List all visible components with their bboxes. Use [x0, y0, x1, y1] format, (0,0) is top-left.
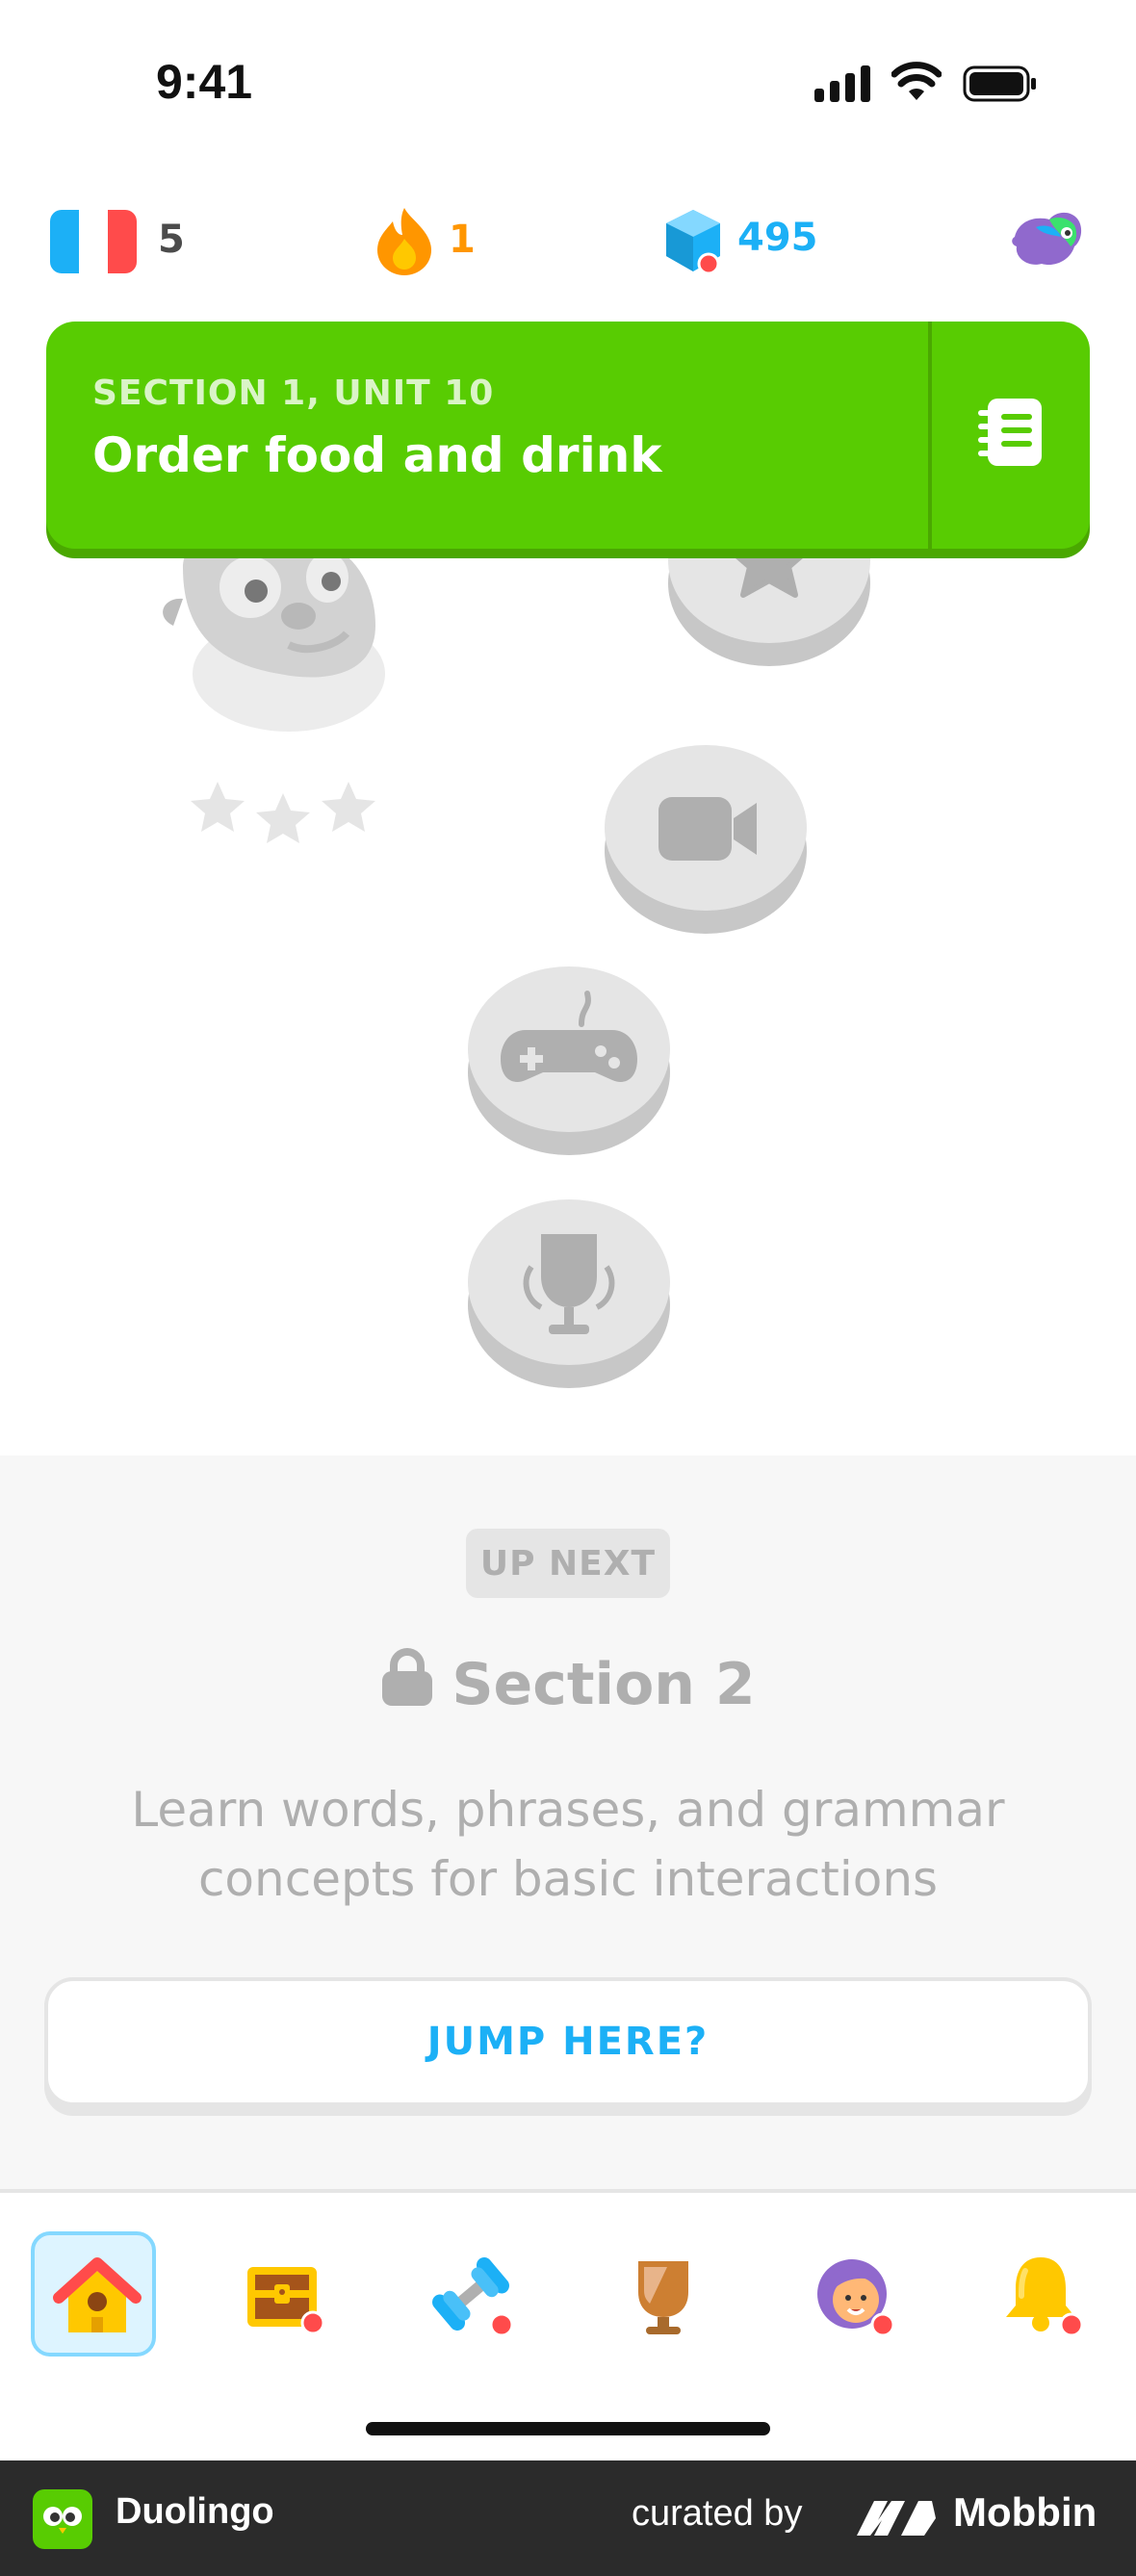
guidebook-button[interactable]: [932, 322, 1090, 549]
mobbin-logo-icon: [857, 2501, 936, 2536]
unit-banner[interactable]: SECTION 1, UNIT 10 Order food and drink: [46, 322, 1090, 549]
profile-icon: [817, 2259, 895, 2337]
unit-kicker: SECTION 1, UNIT 10: [92, 374, 495, 413]
lesson-node-trophy[interactable]: [468, 1199, 670, 1388]
section-description: Learn words, phrases, and grammar concep…: [131, 1782, 1005, 1907]
battery-icon: [963, 65, 1036, 102]
gamepad-icon: [501, 991, 637, 1082]
guidebook-icon: [978, 399, 1042, 466]
super-duo-icon[interactable]: [1007, 208, 1084, 275]
treasure-chest-icon: [247, 2267, 325, 2335]
home-icon: [53, 2257, 142, 2332]
gem-count: 495: [737, 216, 818, 260]
tab-profile[interactable]: [789, 2231, 915, 2357]
up-next-tag: UP NEXT: [466, 1529, 670, 1598]
tab-notifications[interactable]: [978, 2231, 1103, 2357]
stars-rating-icon: [191, 782, 375, 843]
lesson-node-game[interactable]: [468, 966, 670, 1155]
lesson-node-video[interactable]: [605, 745, 807, 934]
trophy-icon: [638, 2261, 688, 2334]
status-time: 9:41: [156, 55, 253, 109]
tab-practice[interactable]: [408, 2231, 533, 2357]
bell-icon: [1006, 2257, 1084, 2337]
dumbbell-icon: [432, 2256, 514, 2337]
wifi-icon: [891, 62, 942, 100]
streak-count: 1: [449, 218, 476, 262]
tab-leaderboard[interactable]: [601, 2231, 726, 2357]
trophy-icon: [523, 1234, 615, 1334]
streak-flame-icon[interactable]: [375, 206, 433, 275]
gem-icon[interactable]: [662, 208, 724, 277]
footer-brand: Mobbin: [953, 2489, 1097, 2535]
video-icon: [658, 797, 757, 861]
footer-curated-by: curated by: [632, 2493, 803, 2534]
section-title: Section 2: [0, 1648, 1136, 1718]
section-title-text: Section 2: [452, 1651, 756, 1718]
tab-home[interactable]: [31, 2231, 156, 2357]
lock-icon: [382, 1648, 433, 1706]
tab-bar: [0, 2189, 1136, 2460]
language-count: 5: [158, 218, 185, 262]
signal-icon: [814, 64, 872, 102]
footer-app-name: Duolingo: [116, 2491, 274, 2532]
tab-chest[interactable]: [219, 2231, 345, 2357]
unit-title: Order food and drink: [92, 427, 662, 483]
duolingo-logo-icon: [33, 2489, 92, 2549]
french-flag-icon[interactable]: [50, 210, 137, 273]
home-indicator: [366, 2422, 770, 2435]
jump-here-button[interactable]: JUMP HERE?: [44, 1977, 1092, 2106]
